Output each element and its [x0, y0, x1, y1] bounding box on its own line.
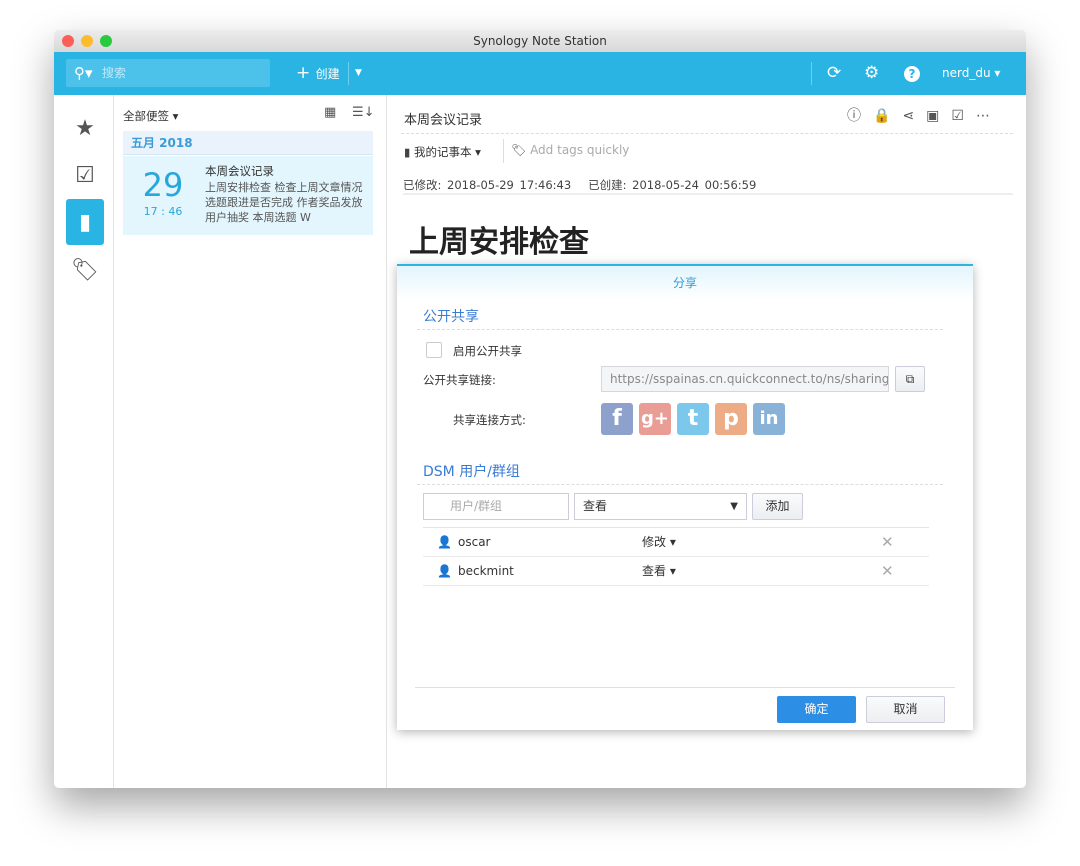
username: nerd_du: [942, 66, 991, 80]
notebook-label: 我的记事本: [413, 145, 472, 159]
close-window-button[interactable]: [62, 35, 74, 47]
plurk-icon[interactable]: p: [715, 403, 747, 435]
public-share-section-title: 公开共享: [417, 306, 943, 330]
refresh-icon[interactable]: ⟳: [827, 52, 841, 95]
twitter-icon[interactable]: t: [677, 403, 709, 435]
dsm-users-section-title: DSM 用户/群组: [417, 461, 943, 485]
search-icon: ⚲▾: [74, 64, 93, 82]
divider: [415, 687, 955, 688]
search-placeholder: 搜索: [102, 66, 127, 80]
user-name: oscar: [458, 535, 491, 549]
create-button[interactable]: + 创建: [296, 52, 340, 96]
linkedin-icon[interactable]: in: [753, 403, 785, 435]
user-icon: 👤: [437, 535, 452, 549]
help-icon[interactable]: ?: [904, 66, 920, 82]
title-bar: Synology Note Station: [54, 30, 1026, 52]
presentation-icon[interactable]: ▣: [926, 108, 951, 124]
search-input[interactable]: ⚲▾ 搜索: [66, 59, 270, 87]
info-icon[interactable]: ⓘ: [847, 108, 873, 124]
modified-time: 已修改: 2018-05-29 17:46:43: [403, 178, 572, 192]
ok-button[interactable]: 确定: [777, 696, 856, 723]
share-dialog: 分享 公开共享 启用公开共享 公开共享链接: https://sspainas.…: [397, 264, 973, 730]
note-preview: 上周安排检查 检查上周文章情况 选题跟进是否完成 作者奖品发放 用户抽奖 本周选…: [205, 181, 363, 224]
user-permission: 修改: [642, 535, 667, 549]
user-permission-dropdown[interactable]: 查看 ▾: [642, 557, 676, 585]
grid-view-icon[interactable]: ▦: [324, 105, 336, 120]
notebook-icon[interactable]: ▮: [66, 199, 104, 245]
favorites-star-icon[interactable]: ★: [66, 105, 104, 151]
note-day: 29: [142, 166, 184, 204]
share-via-label: 共享连接方式:: [453, 413, 526, 427]
divider: [348, 62, 349, 85]
user-name: beckmint: [458, 564, 514, 578]
user-icon: 👤: [437, 564, 452, 578]
remove-user-icon[interactable]: ✕: [881, 557, 894, 585]
sort-icon[interactable]: ☰↓: [352, 105, 375, 120]
user-row: 👤 beckmint 查看 ▾ ✕: [423, 557, 929, 586]
copy-icon: ⧉: [905, 372, 915, 386]
cancel-button[interactable]: 取消: [866, 696, 945, 723]
minimize-window-button[interactable]: [81, 35, 93, 47]
month-group-header: 五月 2018: [123, 131, 373, 155]
divider: [503, 139, 504, 163]
todo-icon[interactable]: ☑: [951, 108, 976, 124]
filter-label: 全部便签: [123, 109, 169, 123]
notebook-dropdown[interactable]: ▮ 我的记事本 ▾: [404, 144, 481, 160]
note-title: 本周会议记录: [205, 164, 274, 178]
more-icon[interactable]: ⋯: [976, 108, 1002, 124]
user-group-input[interactable]: 用户/群组: [423, 493, 569, 520]
note-title-header: 本周会议记录: [404, 113, 483, 128]
user-menu[interactable]: nerd_du ▾: [942, 52, 1000, 95]
tag-icon[interactable]: 🏷: [66, 247, 104, 293]
window-title: Synology Note Station: [473, 34, 607, 48]
toolbar: ⚲▾ 搜索 + 创建 ▼ ⟳ ⚙ ? nerd_du ▾: [54, 52, 1026, 95]
zoom-window-button[interactable]: [100, 35, 112, 47]
permission-select[interactable]: 查看 ▼: [574, 493, 747, 520]
tags-input[interactable]: 🏷 Add tags quickly: [511, 143, 629, 157]
notebook-icon: ▮: [404, 145, 414, 159]
note-list-item[interactable]: 29 17 : 46 本周会议记录 上周安排检查 检查上周文章情况 选题跟进是否…: [123, 156, 373, 235]
create-dropdown-button[interactable]: ▼: [355, 52, 362, 95]
gear-icon[interactable]: ⚙: [864, 52, 879, 95]
google-plus-icon[interactable]: g+: [639, 403, 671, 435]
remove-user-icon[interactable]: ✕: [881, 528, 894, 556]
permission-selected: 查看: [583, 499, 608, 513]
sidebar: ★ ☑ ▮ 🏷: [54, 95, 114, 788]
dialog-title: 分享: [397, 266, 973, 300]
enable-public-share-checkbox[interactable]: [426, 342, 442, 358]
add-tag-icon: 🏷: [511, 143, 531, 157]
note-heading[interactable]: 上周安排检查: [409, 217, 589, 261]
todo-checkbox-icon[interactable]: ☑: [66, 152, 104, 198]
lock-icon[interactable]: 🔒: [873, 108, 902, 124]
user-permission-dropdown[interactable]: 修改 ▾: [642, 528, 676, 556]
copy-link-button[interactable]: ⧉: [895, 366, 925, 392]
chevron-down-icon: ▼: [730, 501, 738, 512]
note-list-panel: 全部便签 ▾ ▦ ☰↓ 五月 2018 29 17 : 46 本周会议记录 上周…: [114, 95, 387, 788]
user-row: 👤 oscar 修改 ▾ ✕: [423, 528, 929, 557]
filter-dropdown[interactable]: 全部便签 ▾: [123, 108, 178, 124]
share-link-field[interactable]: https://sspainas.cn.quickconnect.to/ns/s…: [601, 366, 889, 392]
app-window: Synology Note Station ⚲▾ 搜索 + 创建 ▼ ⟳ ⚙ ?…: [54, 30, 1026, 788]
note-header: 本周会议记录 ⓘ🔒⋖▣☑⋯: [401, 95, 1013, 134]
create-label: 创建: [315, 67, 340, 81]
share-icon[interactable]: ⋖: [902, 108, 926, 124]
note-editor: 本周会议记录 ⓘ🔒⋖▣☑⋯ ▮ 我的记事本 ▾ 🏷 Add tags quick…: [387, 95, 1026, 788]
note-time: 17 : 46: [143, 205, 183, 218]
enable-public-share-label: 启用公开共享: [453, 344, 522, 358]
divider: [811, 62, 812, 85]
note-actions: ⓘ🔒⋖▣☑⋯: [847, 105, 1002, 125]
created-time: 已创建: 2018-05-24 00:56:59: [588, 178, 757, 192]
add-user-button[interactable]: 添加: [752, 493, 803, 520]
user-permission: 查看: [642, 564, 667, 578]
tags-placeholder: Add tags quickly: [530, 143, 630, 157]
share-link-label: 公开共享链接:: [423, 373, 496, 387]
plus-icon: +: [296, 63, 316, 83]
note-timestamps: 已修改: 2018-05-29 17:46:43 已创建: 2018-05-24…: [403, 177, 1013, 195]
facebook-icon[interactable]: f: [601, 403, 633, 435]
